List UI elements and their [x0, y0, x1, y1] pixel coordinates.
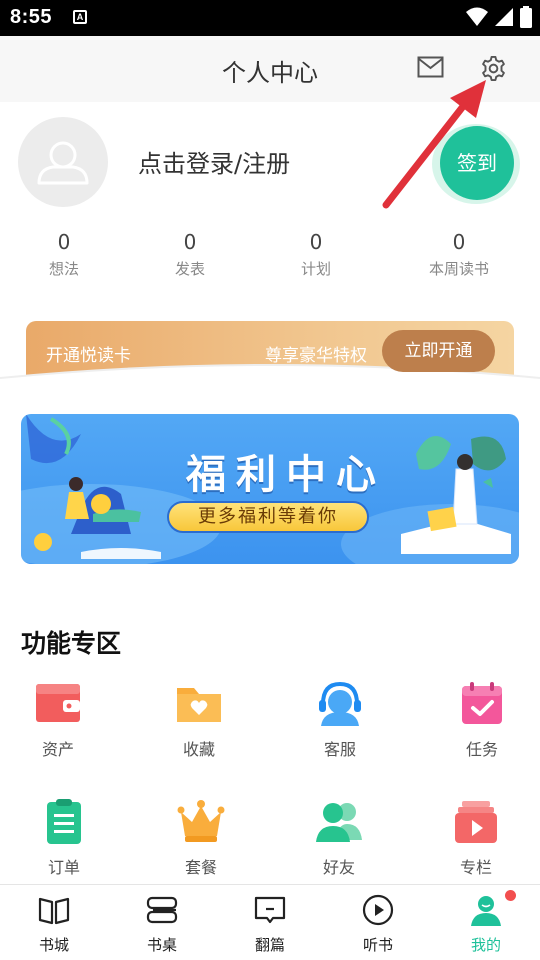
stat-label: 计划: [300, 260, 331, 278]
status-time: 8:55: [10, 6, 53, 28]
nav-label: 我的: [470, 936, 501, 954]
function-label: 订单: [47, 858, 80, 877]
wallet-icon: [36, 684, 80, 722]
function-tasks[interactable]: 任务: [432, 680, 532, 760]
nav-mine[interactable]: 我的: [432, 885, 540, 960]
nav-audiobook[interactable]: 听书: [324, 885, 432, 960]
user-silhouette-icon: [37, 141, 89, 185]
function-customer-service[interactable]: 客服: [290, 680, 390, 760]
calendar-check-icon: [462, 682, 502, 724]
headset-icon: [319, 681, 361, 726]
avatar[interactable]: [18, 117, 108, 207]
nav-label: 听书: [362, 936, 393, 954]
stat-label: 发表: [174, 260, 205, 278]
function-columns[interactable]: 专栏: [426, 798, 526, 878]
stat-weekly-reading[interactable]: 0 本周读书: [409, 230, 509, 279]
folder-heart-icon: [177, 688, 221, 722]
nav-label: 书城: [38, 936, 69, 954]
title-bar: 个人中心: [0, 36, 540, 102]
stat-ideas[interactable]: 0 想法: [14, 230, 114, 279]
stat-value: 0: [309, 230, 323, 254]
stat-value: 0: [452, 230, 466, 254]
vip-card-privilege: 尊享豪华特权: [265, 346, 367, 366]
function-favorites[interactable]: 收藏: [149, 680, 249, 760]
function-packages[interactable]: 套餐: [151, 798, 251, 878]
nav-flip-page[interactable]: 翻篇: [216, 885, 324, 960]
notification-a-icon: A: [73, 10, 87, 24]
function-orders[interactable]: 订单: [14, 798, 114, 878]
clipboard-icon: [47, 799, 81, 844]
book-icon: [38, 897, 70, 925]
stat-value: 0: [57, 230, 71, 254]
crown-icon: [177, 800, 225, 842]
function-section-title: 功能专区: [21, 629, 122, 658]
nav-label: 书桌: [146, 936, 177, 954]
function-label: 客服: [323, 740, 356, 759]
banner-title: 福利中心: [186, 452, 386, 498]
nav-desk[interactable]: 书桌: [108, 885, 216, 960]
bottom-nav: 书城 书桌 翻篇 听书 我的: [0, 884, 540, 960]
vip-open-button[interactable]: 立即开通: [382, 330, 495, 372]
function-label: 收藏: [182, 740, 215, 759]
stat-posts[interactable]: 0 发表: [140, 230, 240, 279]
stat-label: 本周读书: [428, 260, 489, 278]
nav-bookstore[interactable]: 书城: [0, 885, 108, 960]
signal-icon: [495, 8, 513, 26]
stat-value: 0: [183, 230, 197, 254]
notification-badge: [505, 890, 516, 901]
banner-subtitle: 更多福利等着你: [167, 501, 369, 533]
stat-label: 想法: [48, 260, 79, 278]
welfare-center-banner[interactable]: 福利中心 更多福利等着你: [21, 414, 519, 564]
login-register-link[interactable]: 点击登录/注册: [138, 144, 290, 179]
function-label: 专栏: [459, 858, 492, 877]
gear-icon[interactable]: [480, 55, 507, 82]
status-icons: [466, 6, 532, 28]
play-column-icon: [455, 801, 497, 843]
nav-label: 翻篇: [254, 936, 285, 954]
wifi-icon: [466, 7, 488, 26]
battery-icon: [520, 6, 532, 28]
page-title: 个人中心: [222, 59, 318, 87]
signin-button[interactable]: 签到: [440, 126, 514, 200]
function-friends[interactable]: 好友: [289, 798, 389, 878]
function-label: 好友: [322, 858, 355, 877]
function-assets[interactable]: 资产: [8, 680, 108, 760]
friends-icon: [316, 803, 362, 842]
page-icon: [254, 896, 286, 924]
profile-icon: [471, 896, 501, 926]
vip-card-title: 开通悦读卡: [46, 346, 131, 366]
mail-icon[interactable]: [417, 56, 444, 78]
function-label: 资产: [41, 740, 74, 759]
status-bar: 8:55 A: [0, 0, 540, 36]
function-label: 任务: [465, 740, 498, 759]
stat-plans[interactable]: 0 计划: [266, 230, 366, 279]
play-circle-icon: [362, 894, 394, 926]
function-label: 套餐: [184, 858, 217, 877]
desk-icon: [146, 896, 178, 924]
